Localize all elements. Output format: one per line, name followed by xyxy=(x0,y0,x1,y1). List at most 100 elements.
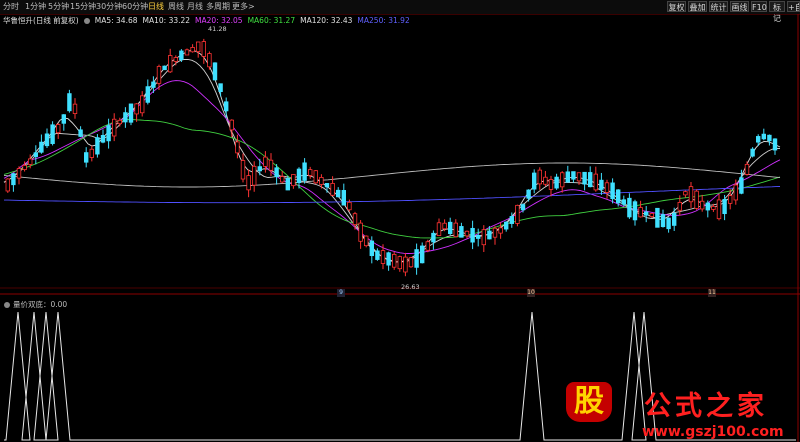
candle-body xyxy=(268,159,274,171)
candle-body xyxy=(223,101,229,112)
candle-body xyxy=(369,240,374,257)
candle-body xyxy=(190,47,195,53)
candle-body xyxy=(700,200,705,210)
candle-body xyxy=(274,167,279,178)
candle-body xyxy=(548,179,554,190)
high-price-label: 41.28 xyxy=(208,25,227,33)
candle-body xyxy=(151,81,156,88)
candle-body xyxy=(145,86,150,103)
candle-body xyxy=(414,249,419,268)
candle-body xyxy=(375,250,380,260)
ma5-line xyxy=(3,49,781,263)
candle-body xyxy=(246,175,251,191)
candle-body xyxy=(565,171,570,183)
candle-body xyxy=(179,50,184,61)
candle-body xyxy=(352,213,358,225)
candle-body xyxy=(39,141,44,153)
candle-body xyxy=(128,103,134,123)
candle-body xyxy=(515,204,520,224)
candle-body xyxy=(716,199,722,220)
date-marker-9[interactable]: 9 xyxy=(337,289,345,297)
candle-body xyxy=(408,257,414,268)
candle-body xyxy=(324,183,330,188)
candle-body xyxy=(285,178,290,191)
candle-body xyxy=(72,103,78,114)
candle-body xyxy=(593,173,598,191)
candle-body xyxy=(313,170,318,184)
candle-body xyxy=(139,95,145,114)
candle-body xyxy=(279,176,285,183)
watermark-logo-icon: 股 xyxy=(566,382,612,422)
candle-body xyxy=(560,172,565,188)
candle-body xyxy=(56,124,61,134)
candle-body xyxy=(447,221,453,235)
candle-body xyxy=(235,141,240,154)
candle-body xyxy=(655,207,660,228)
candle-body xyxy=(672,212,677,226)
candle-body xyxy=(610,182,615,200)
indicator-title: 量价双底：0.00 xyxy=(4,299,67,310)
candle-body xyxy=(492,227,498,238)
candle-body xyxy=(106,125,111,142)
candle-body xyxy=(61,114,66,124)
candle-body xyxy=(677,202,682,211)
date-marker-11[interactable]: 11 xyxy=(708,289,716,297)
candles xyxy=(5,38,778,277)
candle-body xyxy=(134,103,139,115)
candle-body xyxy=(632,201,638,221)
candle-body xyxy=(173,57,178,62)
candle-body xyxy=(207,53,212,68)
candle-body xyxy=(520,204,526,211)
candle-body xyxy=(184,49,190,56)
candle-body xyxy=(481,229,486,246)
candle-body xyxy=(100,135,106,143)
candle-body xyxy=(44,133,50,147)
indicator-title-text: 量价双底：0.00 xyxy=(13,300,68,309)
candle-body xyxy=(649,213,654,217)
candlestick-chart[interactable] xyxy=(0,0,800,442)
candle-body xyxy=(554,176,559,189)
candle-body xyxy=(167,55,173,73)
candle-body xyxy=(251,165,257,186)
candle-body xyxy=(240,160,246,180)
date-marker-10[interactable]: 10 xyxy=(527,289,535,297)
candle-body xyxy=(436,222,442,237)
candle-body xyxy=(302,162,307,181)
candle-body xyxy=(291,174,296,187)
candle-body xyxy=(767,134,772,142)
candle-body xyxy=(442,222,447,230)
candle-body xyxy=(616,189,621,204)
candle-body xyxy=(526,189,531,199)
watermark-text: 公式之家 xyxy=(644,391,768,422)
candle-body xyxy=(756,136,761,143)
candle-body xyxy=(604,182,610,193)
candle-body xyxy=(22,164,27,171)
candle-body xyxy=(761,133,766,140)
candle-body xyxy=(498,227,503,234)
candle-body xyxy=(363,235,369,247)
candle-body xyxy=(733,184,738,201)
candle-body xyxy=(503,221,509,230)
candle-body xyxy=(425,241,430,251)
indicator-dot-icon[interactable] xyxy=(4,302,10,308)
candle-body xyxy=(319,177,324,185)
candle-body xyxy=(739,177,744,194)
candle-body xyxy=(391,254,397,268)
candle-body xyxy=(750,148,755,157)
low-price-label: 26.63 xyxy=(401,283,420,291)
candle-body xyxy=(599,179,604,190)
candle-body xyxy=(543,176,548,185)
candle-body xyxy=(772,138,778,151)
candle-body xyxy=(397,256,402,270)
candle-body xyxy=(644,211,649,216)
candle-body xyxy=(27,158,33,165)
candle-body xyxy=(694,190,699,209)
watermark-url: www.gszj100.com xyxy=(642,424,784,440)
candle-body xyxy=(33,152,38,157)
candle-body xyxy=(263,156,268,167)
ma120-line xyxy=(3,162,781,188)
candle-body xyxy=(347,201,352,211)
candle-body xyxy=(403,256,408,273)
candle-body xyxy=(78,129,83,137)
candle-body xyxy=(683,191,688,196)
